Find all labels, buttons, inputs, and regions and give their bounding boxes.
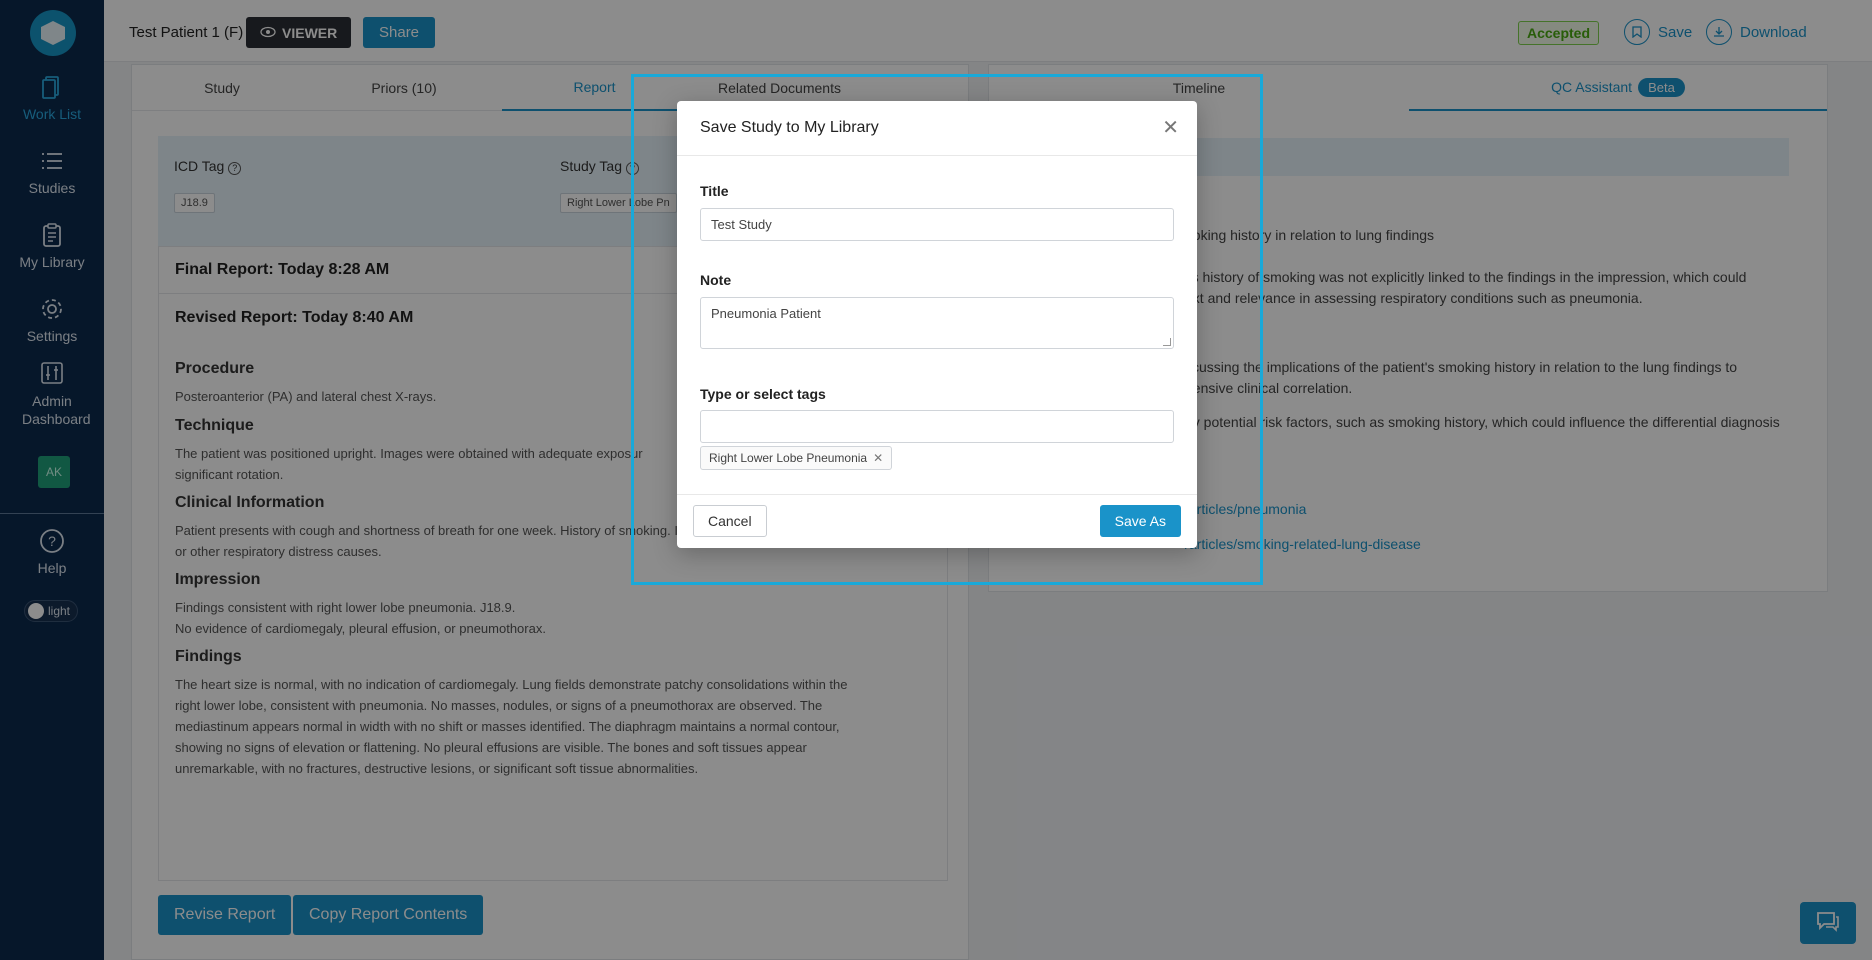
title-input[interactable]: Test Study	[700, 208, 1174, 241]
close-icon[interactable]: ✕	[1162, 115, 1179, 140]
tags-label: Type or select tags	[700, 386, 826, 402]
modal-header: Save Study to My Library ✕	[677, 101, 1197, 156]
remove-tag-icon[interactable]: ✕	[873, 451, 883, 465]
save-as-button[interactable]: Save As	[1099, 505, 1181, 537]
modal-title: Save Study to My Library	[700, 119, 879, 136]
note-textarea[interactable]: Pneumonia Patient	[700, 297, 1174, 349]
note-value: Pneumonia Patient	[711, 306, 821, 321]
tags-input[interactable]	[700, 410, 1174, 443]
cancel-button[interactable]: Cancel	[693, 505, 767, 537]
title-label: Title	[700, 183, 729, 199]
note-label: Note	[700, 272, 732, 288]
modal-footer: Cancel Save As	[677, 494, 1197, 548]
save-study-modal: Save Study to My Library ✕ Title Test St…	[677, 101, 1197, 548]
selected-tag: Right Lower Lobe Pneumonia ✕	[700, 446, 893, 470]
resize-grip-icon[interactable]	[1163, 338, 1171, 346]
selected-tag-label: Right Lower Lobe Pneumonia	[709, 451, 868, 465]
